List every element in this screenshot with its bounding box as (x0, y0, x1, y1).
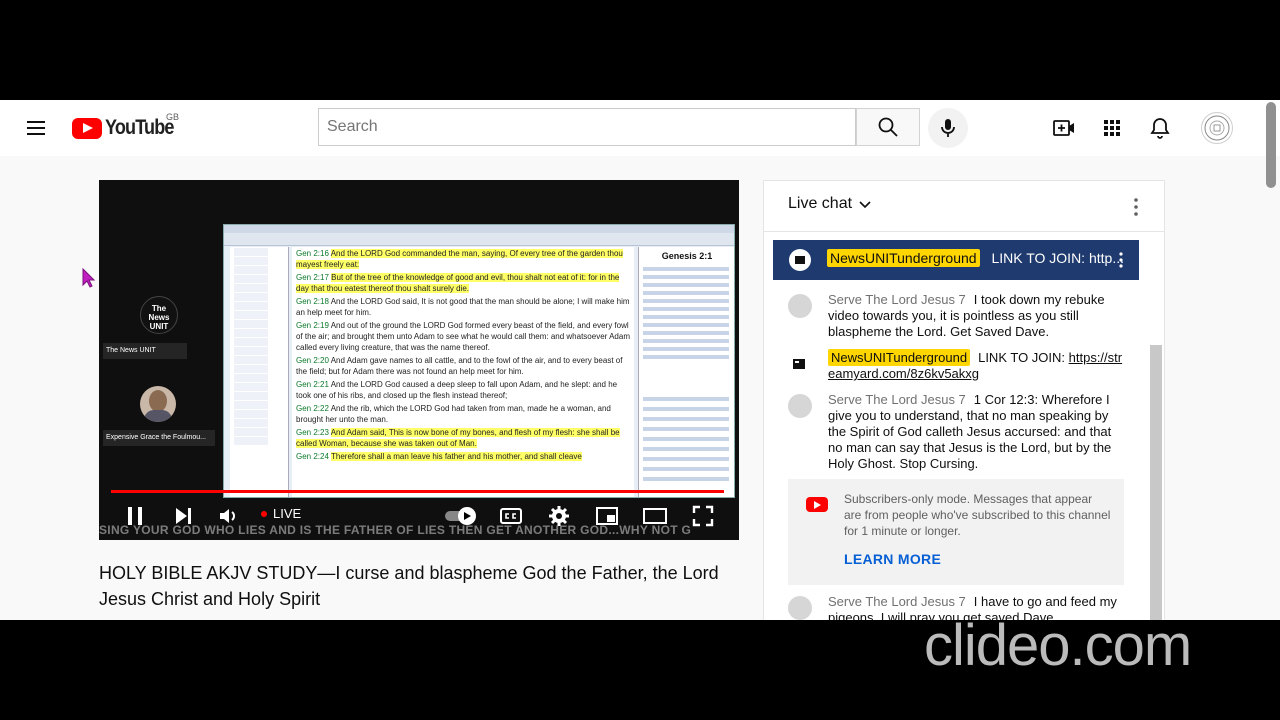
search-input[interactable] (319, 109, 855, 145)
book-list (230, 247, 289, 497)
youtube-play-icon (72, 117, 102, 139)
youtube-logo[interactable]: YouTube GB (72, 112, 185, 140)
voice-search-button[interactable] (928, 108, 968, 148)
top-bar: YouTube GB (0, 100, 1280, 188)
author-name[interactable]: NewsUNITunderground (828, 349, 971, 366)
verse: Gen 2:18 And the LORD God said, It is no… (296, 297, 630, 317)
brand-name: YouTube (105, 116, 174, 139)
video-title: HOLY BIBLE AKJV STUDY—I curse and blasph… (99, 563, 719, 609)
account-avatar[interactable] (1201, 112, 1233, 144)
shared-screen: Gen 2:16 And the LORD God commanded the … (223, 224, 735, 498)
apps-icon[interactable] (1100, 116, 1124, 140)
bell-icon[interactable] (1148, 116, 1172, 140)
progress-fill (111, 490, 724, 493)
verse: Gen 2:19 And out of the ground the LORD … (296, 321, 630, 352)
search-icon (878, 117, 898, 137)
create-icon[interactable] (1052, 116, 1076, 140)
live-chat-panel: Live chat NewsUNITunderground LINK TO JO… (763, 180, 1165, 620)
subscribers-only-notice: Subscribers-only mode. Messages that app… (788, 479, 1124, 585)
author-avatar (788, 294, 812, 318)
author-avatar (788, 596, 812, 620)
news-ticker: SING YOUR GOD WHO LIES AND IS THE FATHER… (99, 523, 692, 537)
pinned-message[interactable]: NewsUNITunderground LINK TO JOIN: http..… (773, 240, 1139, 280)
verse: Gen 2:23 And Adam said, This is now bone… (296, 428, 620, 448)
page-scrollbar[interactable] (1266, 102, 1276, 188)
youtube-app: YouTube GB Search Gen 2:16 And the LORD … (0, 100, 1280, 620)
commentary-pane: Genesis 2:1 (638, 247, 734, 497)
search-box[interactable] (318, 108, 856, 146)
author-name[interactable]: NewsUNITunderground (827, 249, 980, 267)
mouse-cursor-icon (82, 267, 96, 293)
verse: Gen 2:22 And the rib, which the LORD God… (296, 404, 611, 424)
menu-icon[interactable] (24, 116, 48, 140)
participant-avatar (140, 386, 176, 422)
more-vert-icon[interactable] (1113, 249, 1129, 271)
chat-mode-dropdown[interactable]: Live chat (788, 195, 872, 213)
region-code: GB (166, 112, 180, 122)
progress-bar[interactable] (111, 490, 727, 493)
live-badge[interactable]: LIVE (261, 506, 301, 521)
chat-scrollbar[interactable] (1150, 345, 1162, 620)
author-avatar (789, 249, 811, 271)
live-chat-header: Live chat (764, 181, 1164, 232)
pinned-text: NewsUNITunderground LINK TO JOIN: http..… (827, 249, 1124, 267)
mic-icon (941, 119, 955, 137)
watermark: clideo.com (924, 613, 1192, 678)
author-name[interactable]: Serve The Lord Jesus 7 (828, 392, 966, 407)
message-text: LINK TO JOIN: http... (991, 250, 1124, 266)
author-avatar (788, 352, 812, 376)
video-player[interactable]: Gen 2:16 And the LORD God commanded the … (99, 180, 739, 540)
commentary-title: Genesis 2:1 (661, 251, 713, 261)
author-name[interactable]: Serve The Lord Jesus 7 (828, 594, 966, 609)
author-avatar (788, 394, 812, 418)
bible-text-pane: Gen 2:16 And the LORD God commanded the … (292, 247, 634, 497)
live-dot (261, 510, 267, 517)
search-button[interactable] (856, 108, 920, 146)
verse: Gen 2:16 And the LORD God commanded the … (296, 249, 623, 269)
author-name[interactable]: Serve The Lord Jesus 7 (828, 292, 966, 307)
more-vert-icon[interactable] (1124, 195, 1148, 219)
verse: Gen 2:24 Therefore shall a man leave his… (296, 452, 582, 461)
participant-avatar: The News UNIT (140, 296, 178, 334)
participant-name: The News UNIT (103, 343, 187, 359)
message-text: LINK TO JOIN: (978, 350, 1069, 365)
participant-name: Expensive Grace the Foulmou... (103, 430, 215, 446)
verse: Gen 2:20 And Adam gave names to all catt… (296, 356, 623, 376)
youtube-icon (806, 497, 828, 512)
chat-title: Live chat (788, 195, 853, 212)
verse: Gen 2:21 And the LORD God caused a deep … (296, 380, 618, 400)
live-label: LIVE (273, 506, 302, 521)
chevron-down-icon (859, 201, 871, 209)
app-menubar (224, 225, 734, 233)
app-toolbar (224, 233, 734, 246)
verse: Gen 2:17 But of the tree of the knowledg… (296, 273, 620, 293)
learn-more-button[interactable]: LEARN MORE (844, 551, 941, 567)
notice-text: Subscribers-only mode. Messages that app… (844, 492, 1111, 538)
